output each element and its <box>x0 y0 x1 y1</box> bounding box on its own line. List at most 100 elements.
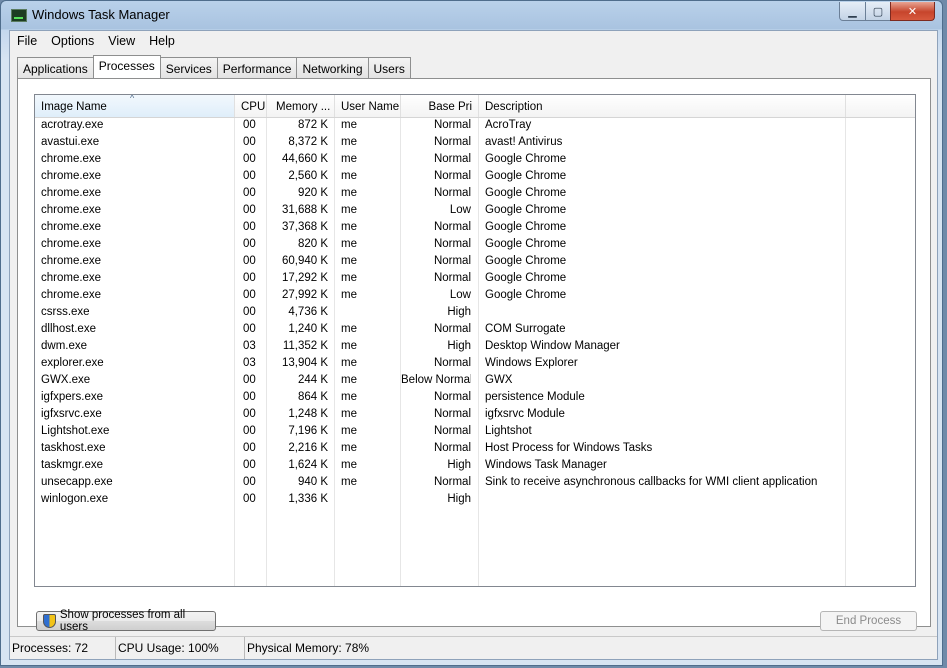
cell-memory: 60,940 K <box>281 255 328 267</box>
cell-memory: 244 K <box>297 374 328 386</box>
process-row[interactable]: chrome.exe 00 2,560 K me Normal Google Chrome <box>35 169 915 186</box>
cell-cpu: 00 <box>243 187 256 199</box>
column-user-name[interactable]: User Name <box>335 95 401 117</box>
cell-cpu: 00 <box>243 238 256 250</box>
sort-ascending-icon: ^ <box>130 95 135 103</box>
cell-memory: 17,292 K <box>281 272 328 284</box>
cell-memory: 864 K <box>297 391 328 403</box>
tab-users[interactable]: Users <box>367 57 411 78</box>
process-row[interactable]: taskmgr.exe 00 1,624 K me High Windows Task M… <box>35 458 915 475</box>
status-physical-memory: Physical Memory: 78% <box>247 641 370 655</box>
process-row[interactable]: csrss.exe 00 4,736 K High <box>35 305 915 322</box>
column-description[interactable]: Description <box>479 95 846 117</box>
menu-view[interactable]: View <box>101 31 142 52</box>
cell-image-name: avastui.exe <box>41 136 100 148</box>
cell-user-name: me <box>341 459 357 471</box>
minimize-icon: ▁ <box>848 5 857 18</box>
cell-user-name: me <box>341 476 357 488</box>
cell-base-pri: Normal <box>433 476 471 488</box>
process-list[interactable]: ^ Image Name CPU Memory ... User Name Ba… <box>34 94 916 587</box>
cell-base-pri: High <box>447 340 471 352</box>
column-base-pri[interactable]: Base Pri <box>401 95 479 117</box>
cell-user-name: me <box>341 238 357 250</box>
cell-user-name: me <box>341 204 357 216</box>
cell-memory: 1,248 K <box>288 408 328 420</box>
process-row[interactable]: chrome.exe 00 37,368 K me Normal Google Chrom… <box>35 220 915 237</box>
cell-image-name: GWX.exe <box>41 374 91 386</box>
column-cpu-label: CPU <box>241 101 266 113</box>
process-row[interactable]: igfxpers.exe 00 864 K me Normal persistence M… <box>35 390 915 407</box>
cell-cpu: 00 <box>243 323 256 335</box>
cell-image-name: Lightshot.exe <box>41 425 110 437</box>
cell-description: persistence Module <box>485 391 585 403</box>
process-row[interactable]: chrome.exe 00 17,292 K me Normal Google Chrom… <box>35 271 915 288</box>
cell-base-pri: Normal <box>433 425 471 437</box>
tab-processes[interactable]: Processes <box>92 55 161 78</box>
cell-base-pri: High <box>447 459 471 471</box>
cell-cpu: 00 <box>243 442 256 454</box>
column-image-name[interactable]: ^ Image Name <box>35 95 235 117</box>
menu-help[interactable]: Help <box>142 31 182 52</box>
minimize-button[interactable]: ▁ <box>839 2 866 21</box>
process-row[interactable]: Lightshot.exe 00 7,196 K me Normal Lightshot <box>35 424 915 441</box>
cell-memory: 44,660 K <box>281 153 328 165</box>
column-memory[interactable]: Memory ... <box>267 95 335 117</box>
process-row[interactable]: avastui.exe 00 8,372 K me Normal avast! Antiv… <box>35 135 915 152</box>
cell-user-name: me <box>341 340 357 352</box>
process-row[interactable]: dwm.exe 03 11,352 K me High Desktop Window Ma… <box>35 339 915 356</box>
tab-networking[interactable]: Networking <box>296 57 369 78</box>
cell-description: Windows Explorer <box>485 357 578 369</box>
maximize-button[interactable]: ▢ <box>865 2 891 21</box>
process-row[interactable]: chrome.exe 00 60,940 K me Normal Google Chrom… <box>35 254 915 271</box>
cell-cpu: 00 <box>243 459 256 471</box>
end-process-button[interactable]: End Process <box>820 611 917 631</box>
cell-base-pri: Normal <box>433 119 471 131</box>
cell-cpu: 00 <box>243 306 256 318</box>
process-row[interactable]: chrome.exe 00 31,688 K me Low Google Chrome <box>35 203 915 220</box>
title-bar[interactable]: Windows Task Manager ▁ ▢ ✕ <box>1 1 942 30</box>
process-row[interactable]: chrome.exe 00 920 K me Normal Google Chrome <box>35 186 915 203</box>
cell-base-pri: Normal <box>433 442 471 454</box>
cell-base-pri: Normal <box>433 272 471 284</box>
process-row[interactable]: chrome.exe 00 27,992 K me Low Google Chrome <box>35 288 915 305</box>
process-row[interactable]: igfxsrvc.exe 00 1,248 K me Normal igfxsrvc Mo… <box>35 407 915 424</box>
process-row[interactable]: acrotray.exe 00 872 K me Normal AcroTray <box>35 118 915 135</box>
close-button[interactable]: ✕ <box>890 2 935 21</box>
cell-user-name: me <box>341 408 357 420</box>
cell-user-name: me <box>341 391 357 403</box>
process-row[interactable]: chrome.exe 00 44,660 K me Normal Google Chrom… <box>35 152 915 169</box>
cell-image-name: acrotray.exe <box>41 119 104 131</box>
cell-memory: 8,372 K <box>288 136 328 148</box>
cell-memory: 31,688 K <box>281 204 328 216</box>
cell-user-name: me <box>341 170 357 182</box>
process-row[interactable]: GWX.exe 00 244 K me Below Normal GWX <box>35 373 915 390</box>
cell-description: Google Chrome <box>485 187 567 199</box>
tab-services[interactable]: Services <box>159 57 218 78</box>
cell-user-name: me <box>341 357 357 369</box>
menu-file[interactable]: File <box>10 31 44 52</box>
process-row[interactable]: unsecapp.exe 00 940 K me Normal Sink to recei… <box>35 475 915 492</box>
cell-image-name: taskhost.exe <box>41 442 106 454</box>
cell-image-name: chrome.exe <box>41 238 102 250</box>
cell-description: Google Chrome <box>485 272 567 284</box>
column-cpu[interactable]: CPU <box>235 95 267 117</box>
cell-image-name: chrome.exe <box>41 170 102 182</box>
tab-applications[interactable]: Applications <box>17 57 94 78</box>
process-row[interactable]: explorer.exe 03 13,904 K me Normal Windows Ex… <box>35 356 915 373</box>
window-title: Windows Task Manager <box>32 7 170 22</box>
tab-performance[interactable]: Performance <box>216 57 298 78</box>
cell-description: Host Process for Windows Tasks <box>485 442 653 454</box>
cell-description: Google Chrome <box>485 204 567 216</box>
cell-description: GWX <box>485 374 513 386</box>
menu-options[interactable]: Options <box>44 31 101 52</box>
cell-memory: 2,216 K <box>288 442 328 454</box>
cell-description: Google Chrome <box>485 221 567 233</box>
cell-user-name: me <box>341 136 357 148</box>
process-row[interactable]: chrome.exe 00 820 K me Normal Google Chrome <box>35 237 915 254</box>
process-row[interactable]: taskhost.exe 00 2,216 K me Normal Host Proces… <box>35 441 915 458</box>
cell-cpu: 00 <box>243 408 256 420</box>
cell-memory: 940 K <box>297 476 328 488</box>
process-row[interactable]: winlogon.exe 00 1,336 K High <box>35 492 915 509</box>
process-row[interactable]: dllhost.exe 00 1,240 K me Normal COM Surrogat… <box>35 322 915 339</box>
show-all-processes-button[interactable]: Show processes from all users <box>36 609 216 633</box>
